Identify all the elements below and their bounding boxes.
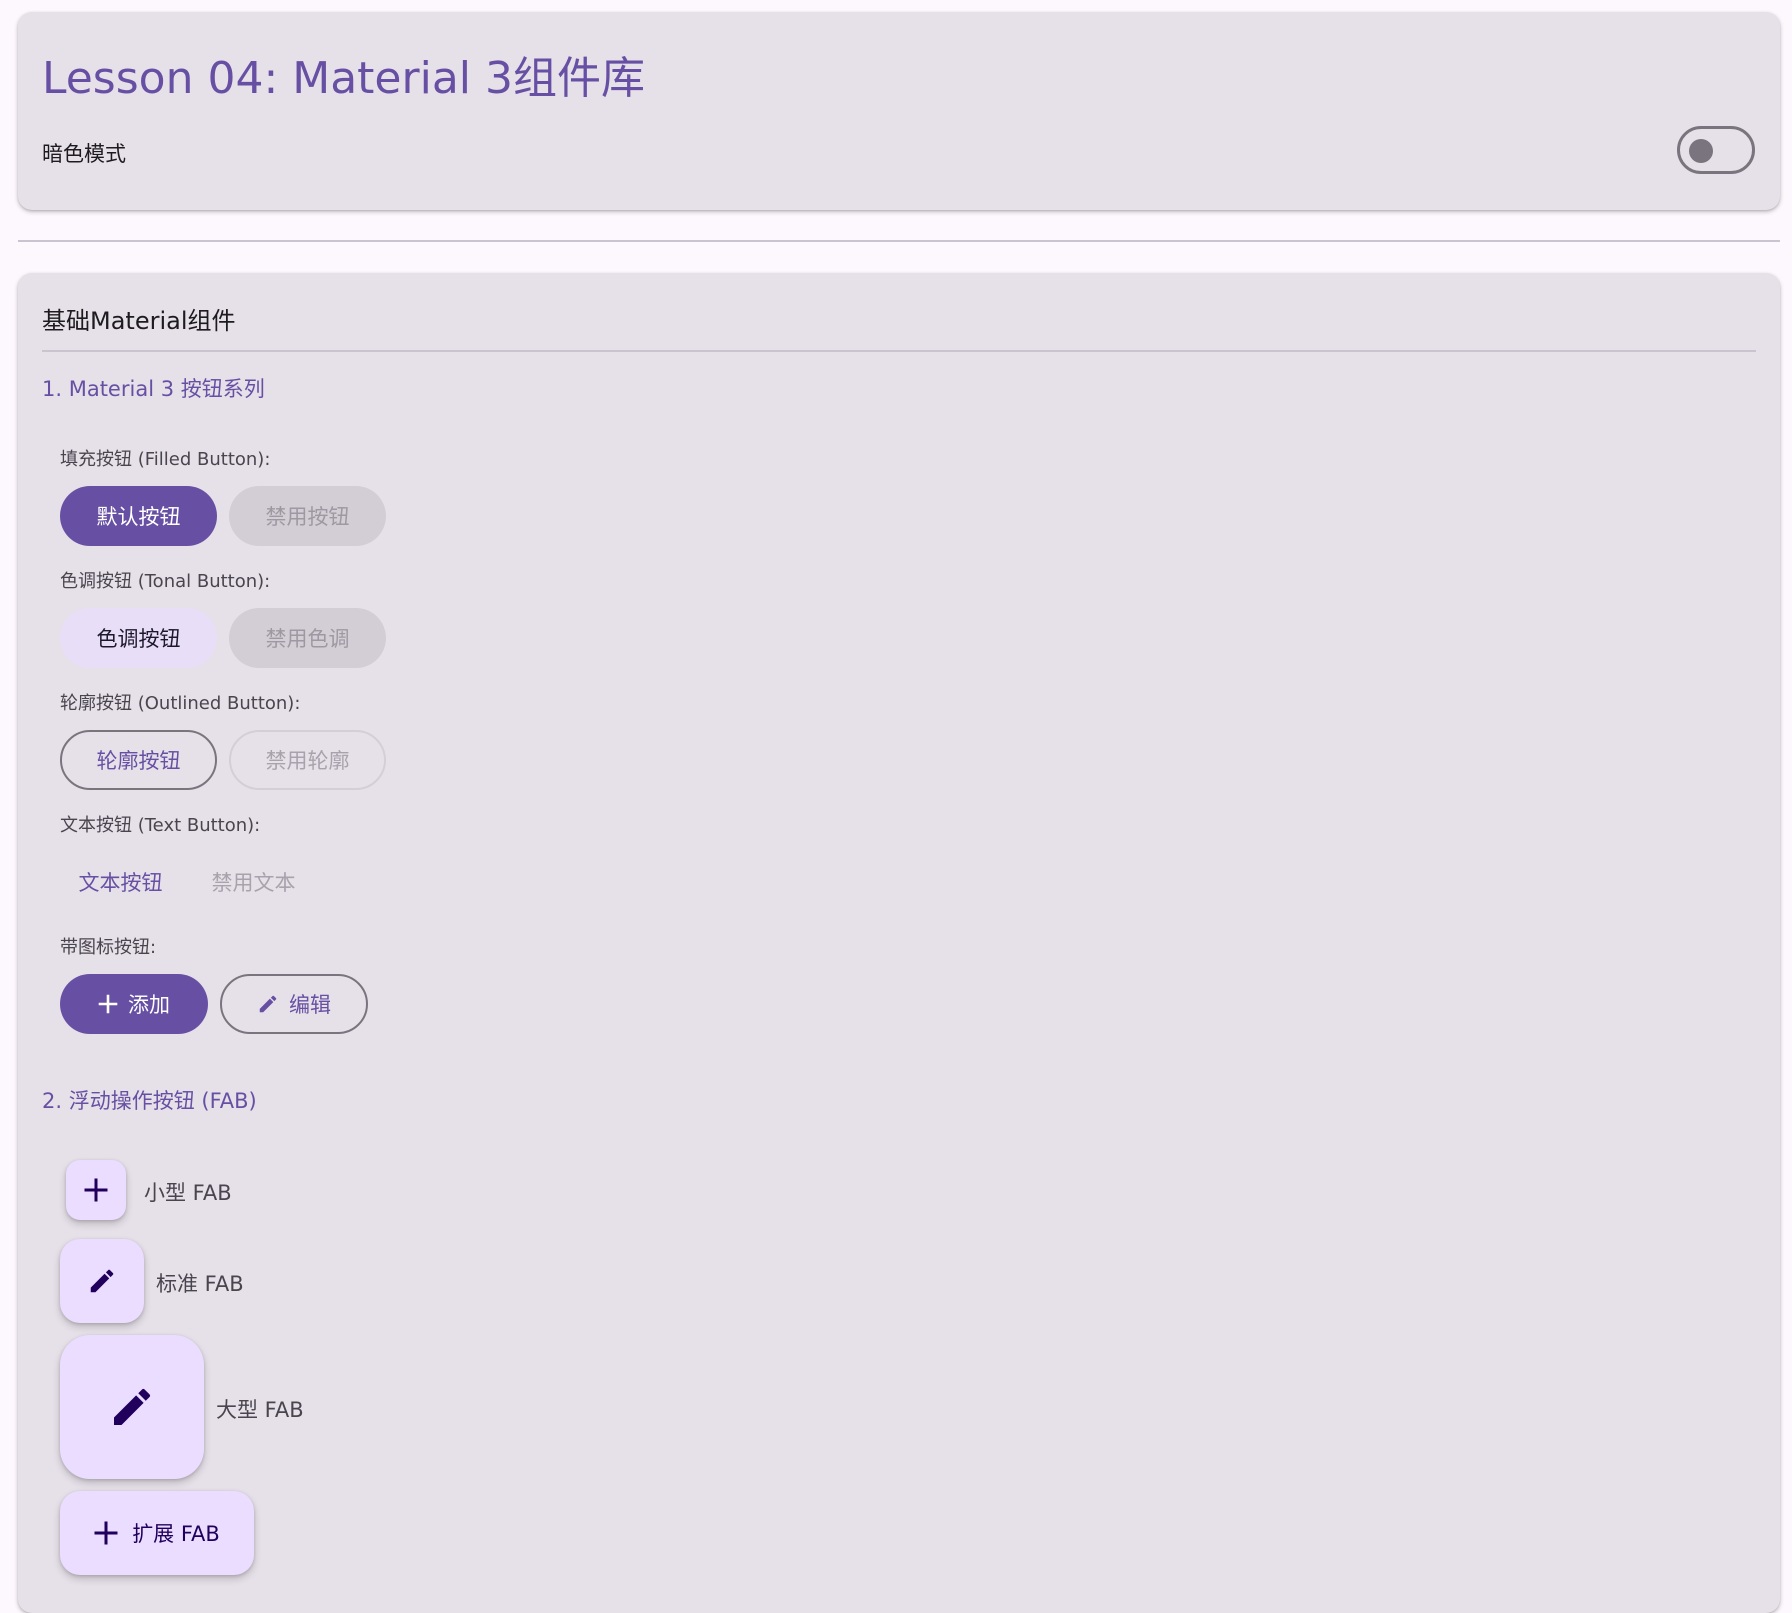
page-title: Lesson 04: Material 3组件库: [42, 53, 645, 104]
section-divider: [42, 350, 1756, 352]
text-button-label: 文本按钮 (Text Button):: [60, 815, 261, 836]
pencil-icon: [87, 1266, 117, 1296]
outlined-button-label: 轮廓按钮 (Outlined Button):: [60, 693, 301, 714]
extended-fab[interactable]: 扩展 FAB: [60, 1491, 254, 1575]
standard-fab[interactable]: [60, 1239, 144, 1323]
add-button-label: 添加: [128, 993, 170, 1017]
large-fab-label: 大型 FAB: [216, 1398, 304, 1422]
basic-components-card: 基础Material组件 1. Material 3 按钮系列 填充按钮 (Fi…: [18, 273, 1780, 1613]
fab-subtitle: 2. 浮动操作按钮 (FAB): [42, 1089, 257, 1113]
dark-mode-switch[interactable]: [1677, 126, 1755, 174]
plus-icon: [84, 1178, 108, 1202]
switch-thumb: [1689, 139, 1713, 163]
standard-fab-label: 标准 FAB: [156, 1272, 244, 1296]
tonal-disabled-button[interactable]: 禁用色调: [229, 608, 386, 668]
edit-button-label: 编辑: [289, 993, 331, 1017]
small-fab[interactable]: [66, 1160, 126, 1220]
text-default-button[interactable]: 文本按钮: [60, 852, 181, 912]
add-button[interactable]: 添加: [60, 974, 208, 1034]
edit-button[interactable]: 编辑: [220, 974, 368, 1034]
buttons-subtitle: 1. Material 3 按钮系列: [42, 377, 265, 401]
tonal-default-button[interactable]: 色调按钮: [60, 608, 217, 668]
small-fab-label: 小型 FAB: [144, 1181, 232, 1205]
text-disabled-button[interactable]: 禁用文本: [193, 852, 314, 912]
header-card: Lesson 04: Material 3组件库 暗色模式: [18, 12, 1780, 210]
plus-icon: [98, 994, 118, 1014]
large-fab[interactable]: [60, 1335, 204, 1479]
plus-icon: [94, 1521, 118, 1545]
divider: [18, 240, 1780, 242]
outlined-disabled-button[interactable]: 禁用轮廓: [229, 730, 386, 790]
icon-button-label: 带图标按钮:: [60, 937, 157, 958]
filled-default-button[interactable]: 默认按钮: [60, 486, 217, 546]
pencil-icon: [108, 1383, 156, 1431]
tonal-button-label: 色调按钮 (Tonal Button):: [60, 571, 271, 592]
dark-mode-label: 暗色模式: [42, 142, 126, 166]
outlined-default-button[interactable]: 轮廓按钮: [60, 730, 217, 790]
filled-button-label: 填充按钮 (Filled Button):: [60, 449, 271, 470]
extended-fab-label: 扩展 FAB: [132, 1522, 220, 1546]
filled-disabled-button[interactable]: 禁用按钮: [229, 486, 386, 546]
section-title: 基础Material组件: [42, 307, 236, 335]
pencil-icon: [257, 993, 279, 1015]
